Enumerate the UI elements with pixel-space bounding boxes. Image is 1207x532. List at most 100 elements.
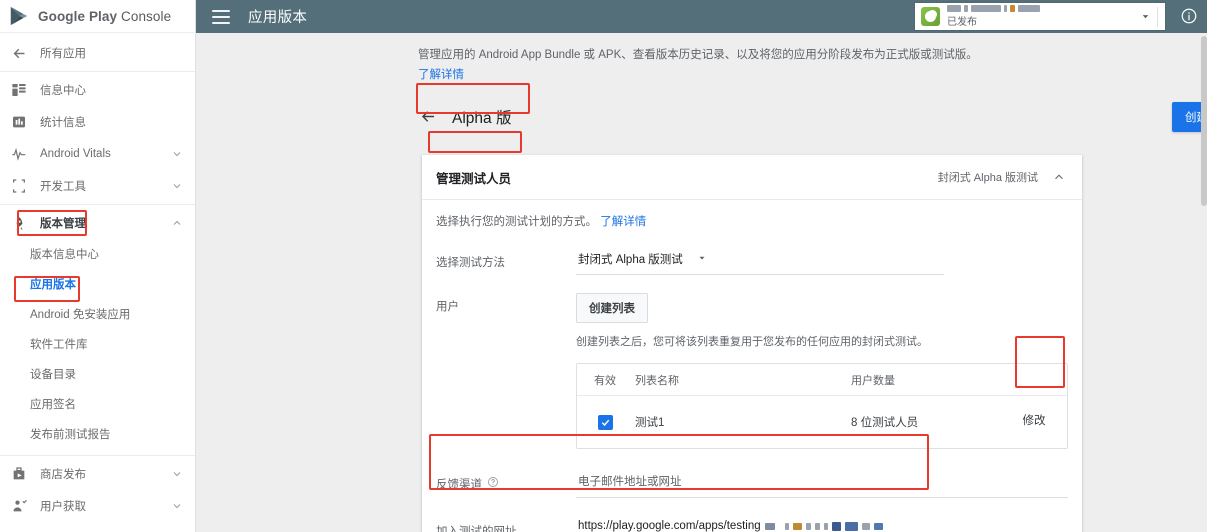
- sidebar-subitem-app-releases-label: 应用版本: [30, 276, 76, 292]
- card-header-right: 封闭式 Alpha 版测试: [938, 169, 1066, 185]
- page-title-row: Alpha 版 创建版本: [418, 100, 1060, 134]
- app-chip-meta: 已发布: [947, 4, 1136, 30]
- row-list-name: 测试1: [633, 414, 851, 430]
- chevron-down-icon[interactable]: [1136, 8, 1154, 26]
- app-status-label: 已发布: [947, 17, 977, 28]
- sidebar-item-store-presence-label: 商店发布: [40, 466, 169, 482]
- back-arrow-icon[interactable]: [418, 107, 438, 127]
- opt-in-url-redacted-tail: [765, 522, 883, 531]
- sidebar-item-dev-tools[interactable]: 开发工具: [0, 170, 195, 202]
- sidebar-subitem-release-dashboard-label: 版本信息中心: [30, 246, 99, 262]
- row-user-count: 8 位测试人员: [851, 414, 1001, 430]
- google-play-logo-icon: [8, 5, 30, 27]
- app-selector-chip[interactable]: 已发布: [915, 3, 1165, 30]
- sidebar-item-dashboard-label: 信息中心: [40, 82, 195, 98]
- create-list-button[interactable]: 创建列表: [576, 293, 648, 323]
- sidebar-item-store-presence[interactable]: 商店发布: [0, 458, 195, 490]
- test-method-value: 封闭式 Alpha 版测试: [578, 251, 683, 267]
- sidebar-item-user-acquisition[interactable]: 用户获取: [0, 490, 195, 522]
- chevron-down-icon[interactable]: [169, 146, 185, 162]
- opt-in-url-text: https://play.google.com/apps/testing: [578, 520, 761, 532]
- sidebar-item-statistics-label: 统计信息: [40, 114, 195, 130]
- sidebar-divider-1: [0, 71, 195, 72]
- users-control: 创建列表 创建列表之后，您可将该列表重复用于您发布的任何应用的封闭式测试。: [576, 293, 1068, 349]
- info-circle-icon[interactable]: [1179, 6, 1199, 26]
- opt-in-url-label: 加入测试的网址: [436, 518, 576, 532]
- arrow-left-icon: [10, 44, 28, 62]
- sidebar-item-dashboard[interactable]: 信息中心: [0, 74, 195, 106]
- test-method-control: 封闭式 Alpha 版测试: [576, 249, 1068, 275]
- sidebar-subitem-app-signing-label: 应用签名: [30, 396, 76, 412]
- card-note-link[interactable]: 了解详情: [600, 216, 646, 228]
- app-name-redacted: [947, 4, 1136, 13]
- sidebar-item-android-vitals-label: Android Vitals: [40, 148, 169, 160]
- sidebar-item-all-apps-label: 所有应用: [40, 45, 195, 61]
- intro-block: 管理应用的 Android App Bundle 或 APK、查看版本历史记录、…: [196, 33, 1201, 83]
- sidebar-subitem-instant-apps-label: Android 免安装应用: [30, 306, 130, 322]
- chip-divider: [1157, 7, 1158, 27]
- sidebar-subitem-prelaunch-report[interactable]: 发布前测试报告: [0, 419, 195, 449]
- bar-chart-icon: [10, 113, 28, 131]
- chevron-down-icon[interactable]: [169, 498, 185, 514]
- topbar-title: 应用版本: [248, 6, 307, 27]
- card-header-subtitle: 封闭式 Alpha 版测试: [938, 169, 1038, 185]
- test-method-label: 选择测试方法: [436, 249, 576, 275]
- sidebar-item-user-acquisition-label: 用户获取: [40, 498, 169, 514]
- sidebar-item-all-apps[interactable]: 所有应用: [0, 37, 195, 69]
- brackets-icon: [10, 177, 28, 195]
- card-header-title: 管理测试人员: [436, 168, 511, 187]
- opt-in-url-value[interactable]: https://play.google.com/apps/testing: [576, 518, 1068, 532]
- brand-header: Google Play Console: [0, 0, 195, 33]
- vertical-scrollbar-thumb[interactable]: [1201, 36, 1207, 206]
- main-content: 管理应用的 Android App Bundle 或 APK、查看版本历史记录、…: [196, 33, 1201, 532]
- sidebar-item-android-vitals[interactable]: Android Vitals: [0, 138, 195, 170]
- feedback-channel-control: 电子邮件地址或网址: [576, 471, 1068, 498]
- feedback-channel-row: 反馈渠道 电子邮件地址或网址: [422, 471, 1082, 498]
- row-valid-cell: [577, 415, 633, 430]
- create-release-button[interactable]: 创建版本: [1172, 102, 1201, 132]
- chevron-up-icon[interactable]: [169, 215, 185, 231]
- table-header-valid: 有效: [577, 372, 633, 388]
- user-acquisition-icon: [10, 497, 28, 515]
- chevron-down-icon[interactable]: [169, 178, 185, 194]
- topbar: 应用版本 已发布: [196, 0, 1207, 33]
- test-method-select[interactable]: 封闭式 Alpha 版测试: [576, 249, 944, 275]
- brand-title: Google Play Console: [38, 9, 171, 24]
- help-circle-icon[interactable]: [487, 476, 499, 488]
- chevron-down-icon[interactable]: [169, 466, 185, 482]
- chevron-down-icon: [697, 253, 707, 266]
- tester-lists-table: 有效 列表名称 用户数量 测试1 8 位测试人员 修改: [576, 363, 1068, 449]
- table-header-row: 有效 列表名称 用户数量: [577, 364, 1067, 396]
- brand-title-bold: Google Play: [38, 9, 117, 24]
- table-header-list-name: 列表名称: [633, 372, 851, 388]
- sidebar-subitem-instant-apps[interactable]: Android 免安装应用: [0, 299, 195, 329]
- app-avatar-icon: [921, 7, 940, 26]
- dashboard-icon: [10, 81, 28, 99]
- sidebar-item-release-management[interactable]: 版本管理: [0, 207, 195, 239]
- test-method-row: 选择测试方法 封闭式 Alpha 版测试: [422, 249, 1082, 275]
- brand-title-light: Console: [121, 9, 171, 24]
- chevron-up-icon[interactable]: [1052, 170, 1066, 184]
- sidebar-subitem-artifact-library-label: 软件工件库: [30, 336, 88, 352]
- hamburger-icon[interactable]: [212, 10, 230, 24]
- sidebar-subitem-app-releases[interactable]: 应用版本: [0, 269, 195, 299]
- sidebar-subitem-release-dashboard[interactable]: 版本信息中心: [0, 239, 195, 269]
- sidebar-divider-2: [0, 204, 195, 205]
- feedback-channel-input[interactable]: 电子邮件地址或网址: [576, 471, 1068, 498]
- sidebar-subitem-device-catalog[interactable]: 设备目录: [0, 359, 195, 389]
- sidebar-item-statistics[interactable]: 统计信息: [0, 106, 195, 138]
- sidebar-subitem-app-signing[interactable]: 应用签名: [0, 389, 195, 419]
- intro-learn-more-link[interactable]: 了解详情: [418, 69, 464, 81]
- row-edit-link[interactable]: 修改: [1001, 413, 1067, 430]
- manage-testers-card: 管理测试人员 封闭式 Alpha 版测试 选择执行您的测试计划的方式。 了解详情…: [422, 155, 1082, 532]
- sidebar-item-dev-tools-label: 开发工具: [40, 178, 169, 194]
- store-icon: [10, 465, 28, 483]
- users-label: 用户: [436, 293, 576, 349]
- intro-text: 管理应用的 Android App Bundle 或 APK、查看版本历史记录、…: [418, 47, 1201, 65]
- sidebar-subitem-artifact-library[interactable]: 软件工件库: [0, 329, 195, 359]
- opt-in-url-row: 加入测试的网址 https://play.google.com/apps/tes…: [422, 518, 1082, 532]
- row-checkbox[interactable]: [598, 415, 613, 430]
- users-row: 用户 创建列表 创建列表之后，您可将该列表重复用于您发布的任何应用的封闭式测试。: [422, 293, 1082, 349]
- card-note: 选择执行您的测试计划的方式。 了解详情: [422, 200, 1082, 233]
- app-root: Google Play Console 所有应用 信息中心 统计信息: [0, 0, 1207, 532]
